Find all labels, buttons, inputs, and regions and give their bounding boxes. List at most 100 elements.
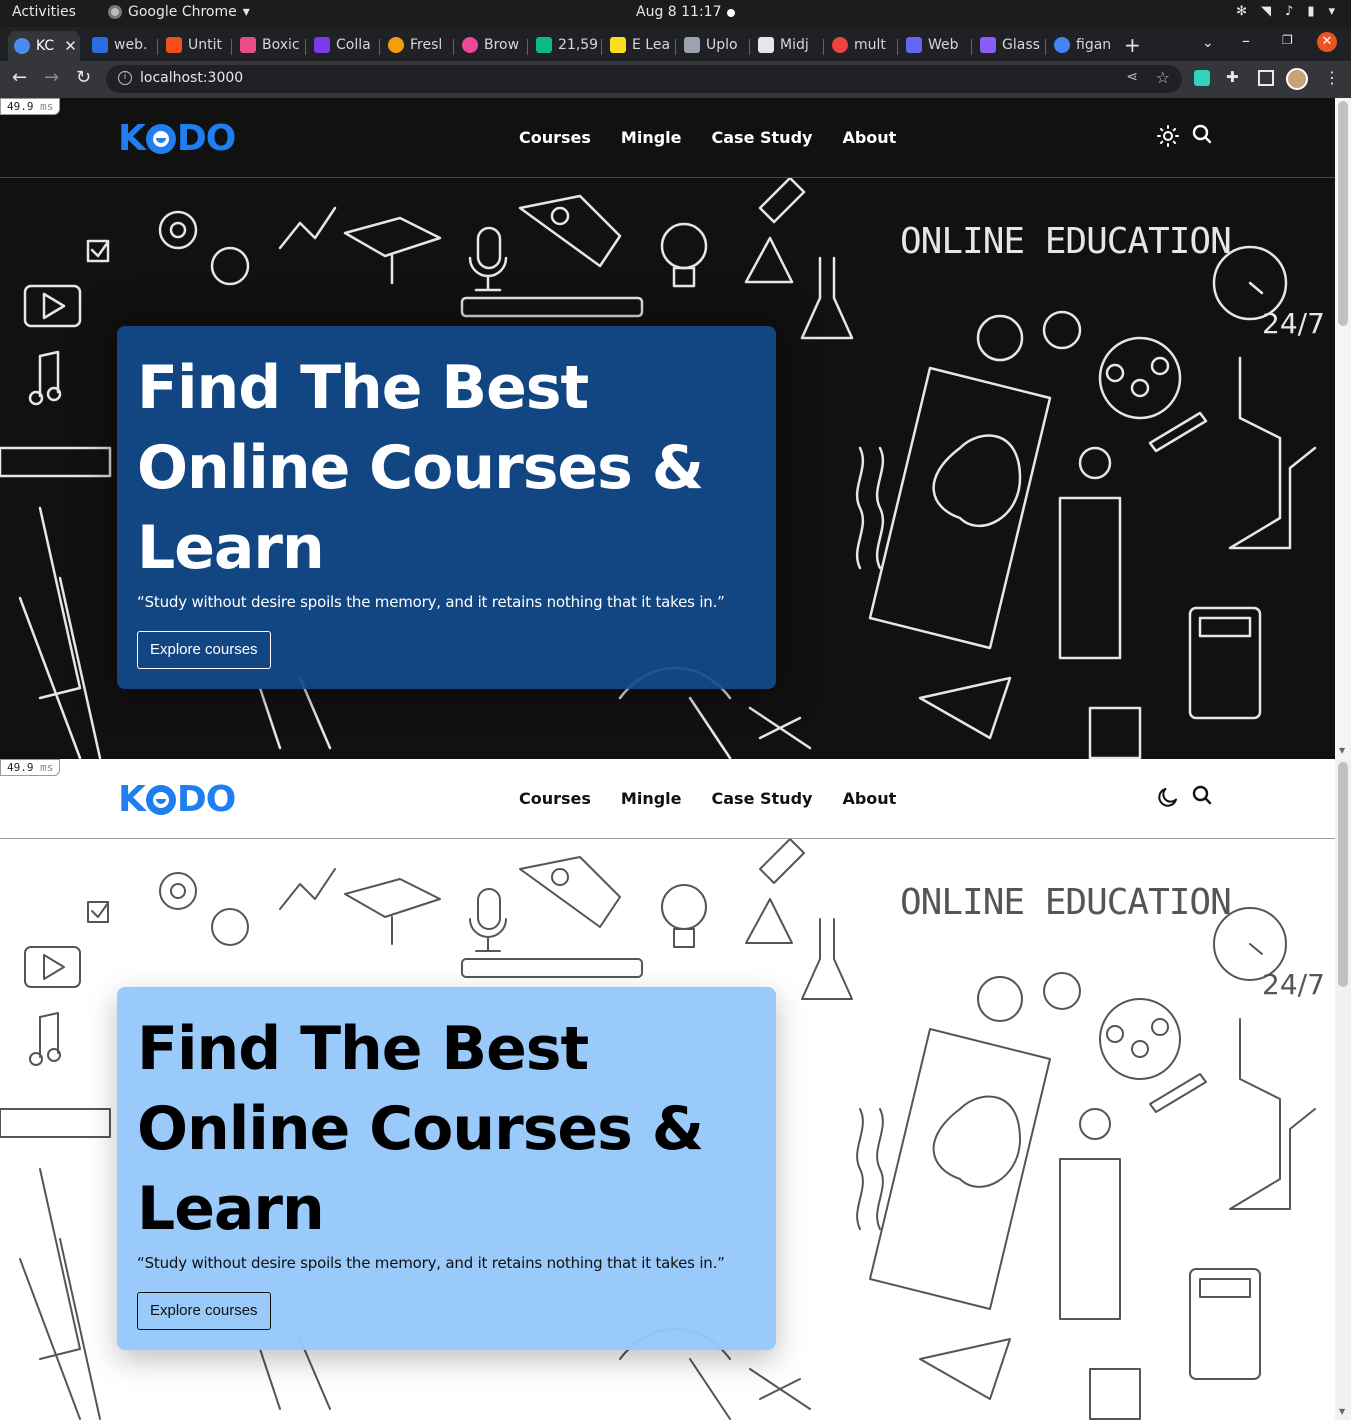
tab-item[interactable]: E Lea (604, 31, 674, 59)
moon-icon[interactable] (1156, 785, 1180, 809)
nav-about[interactable]: About (842, 789, 896, 808)
url-text[interactable]: localhost:3000 (140, 70, 243, 86)
tab-item[interactable]: Midj (752, 31, 822, 59)
extension-icon[interactable] (1194, 70, 1210, 86)
more-menu-icon[interactable]: ⋮ (1324, 68, 1340, 87)
back-icon[interactable]: ← (12, 67, 27, 88)
clock[interactable]: Aug 8 11:17 (636, 4, 722, 20)
window-close-button[interactable]: ✕ (1317, 32, 1337, 52)
perf-value: 49.9 (7, 761, 34, 774)
hero-title-line: Learn (137, 513, 325, 583)
tab-label: 21,59 (558, 37, 599, 53)
share-icon[interactable]: ⋖ (1126, 69, 1138, 85)
avatar[interactable] (1286, 68, 1308, 90)
viewport-dark-theme: 49.9 ms K DO Courses Mingle Case Study A… (0, 98, 1351, 759)
perf-unit: ms (40, 100, 54, 113)
forward-icon[interactable]: → (44, 67, 59, 88)
tab-favicon-icon (832, 37, 848, 53)
main-nav: Courses Mingle Case Study About (519, 128, 926, 147)
search-icon[interactable] (1190, 122, 1214, 146)
star-icon[interactable]: ☆ (1156, 68, 1170, 87)
tab-search-chevron-icon[interactable]: ⌄ (1202, 35, 1214, 51)
slack-icon: ✻ (1236, 4, 1248, 19)
tab-label: Fresl (410, 37, 443, 53)
tab-separator (601, 39, 602, 55)
tab-kodo[interactable]: KC ✕ (8, 31, 80, 61)
tab-label: web. (114, 37, 148, 53)
system-tray[interactable]: ✻ ◥ ♪ ▮ ▾ (1236, 4, 1335, 19)
nav-mingle[interactable]: Mingle (621, 789, 682, 808)
address-bar[interactable]: i localhost:3000 ⋖ ☆ (106, 65, 1182, 93)
tab-favicon-icon (684, 37, 700, 53)
kodo-favicon-icon (14, 38, 30, 54)
chrome-icon (108, 5, 122, 19)
logo[interactable]: K DO (118, 779, 236, 820)
tab-favicon-icon (388, 37, 404, 53)
hero-card: Find The Best Online Courses & Learn “St… (117, 987, 776, 1350)
logo[interactable]: K DO (118, 118, 236, 159)
tab-separator (823, 39, 824, 55)
app-menu[interactable]: Google Chrome ▾ (108, 4, 250, 20)
tab-item[interactable]: web. (86, 31, 156, 59)
new-tab-button[interactable]: + (1124, 33, 1141, 57)
minimize-icon[interactable]: – (1242, 31, 1250, 50)
tab-item[interactable]: Web (900, 31, 970, 59)
tab-item[interactable]: Uplo (678, 31, 748, 59)
nav-case-study[interactable]: Case Study (712, 789, 813, 808)
tab-item[interactable]: Colla (308, 31, 378, 59)
reload-icon[interactable]: ↻ (76, 67, 91, 88)
tab-separator (971, 39, 972, 55)
tab-label: Web (928, 37, 959, 53)
tab-favicon-icon (92, 37, 108, 53)
tab-separator (453, 39, 454, 55)
tab-separator (1045, 39, 1046, 55)
scrollbar-thumb[interactable] (1338, 762, 1348, 987)
scrollbar[interactable]: ▼ (1335, 98, 1351, 759)
puzzle-icon[interactable]: ✚ (1226, 68, 1242, 86)
scrollbar[interactable]: ▼ (1335, 759, 1351, 1420)
chevron-down-icon: ▾ (1328, 4, 1335, 19)
close-icon[interactable]: ✕ (64, 37, 77, 55)
tab-item[interactable]: 21,59 (530, 31, 600, 59)
wifi-icon: ◥ (1261, 4, 1272, 19)
tab-label: Midj (780, 37, 809, 53)
side-panel-icon[interactable] (1258, 70, 1274, 86)
tab-item[interactable]: Untit (160, 31, 230, 59)
scroll-down-arrow-icon[interactable]: ▼ (1339, 1407, 1345, 1416)
nav-about[interactable]: About (842, 128, 896, 147)
nav-mingle[interactable]: Mingle (621, 128, 682, 147)
nav-courses[interactable]: Courses (519, 789, 591, 808)
nav-case-study[interactable]: Case Study (712, 128, 813, 147)
info-icon[interactable]: i (118, 71, 132, 85)
scroll-down-arrow-icon[interactable]: ▼ (1339, 746, 1345, 755)
os-top-bar: Activities Google Chrome ▾ Aug 8 11:17 ✻… (0, 0, 1351, 27)
tab-item[interactable]: Glass (974, 31, 1044, 59)
logo-smiley-icon (145, 123, 176, 154)
site-header: K DO Courses Mingle Case Study About (0, 759, 1335, 839)
tab-item[interactable]: mult (826, 31, 896, 59)
tab-item[interactable]: Brow (456, 31, 526, 59)
tab-favicon-icon (758, 37, 774, 53)
tab-item[interactable]: Fresl (382, 31, 452, 59)
explore-courses-button[interactable]: Explore courses (137, 631, 271, 669)
tab-separator (527, 39, 528, 55)
restore-icon[interactable]: ❐ (1282, 33, 1293, 47)
tab-separator (675, 39, 676, 55)
scrollbar-thumb[interactable] (1338, 101, 1348, 326)
nav-courses[interactable]: Courses (519, 128, 591, 147)
hero-quote: “Study without desire spoils the memory,… (137, 1254, 725, 1272)
hero-card: Find The Best Online Courses & Learn “St… (117, 326, 776, 689)
search-icon[interactable] (1190, 783, 1214, 807)
tab-item[interactable]: figan (1048, 31, 1118, 59)
battery-icon: ▮ (1307, 4, 1315, 19)
tab-favicon-icon (610, 37, 626, 53)
hero-title-line: Online Courses & (137, 1094, 704, 1164)
perf-badge: 49.9 ms (0, 759, 61, 776)
explore-courses-button[interactable]: Explore courses (137, 1292, 271, 1330)
tab-item[interactable]: Boxic (234, 31, 304, 59)
sun-icon[interactable] (1156, 124, 1180, 148)
tab-label: Uplo (706, 37, 738, 53)
viewport-light-theme: 49.9 ms K DO Courses Mingle Case Study A… (0, 759, 1351, 1420)
hero-title-line: Find The Best (137, 353, 589, 423)
activities-button[interactable]: Activities (12, 4, 76, 20)
